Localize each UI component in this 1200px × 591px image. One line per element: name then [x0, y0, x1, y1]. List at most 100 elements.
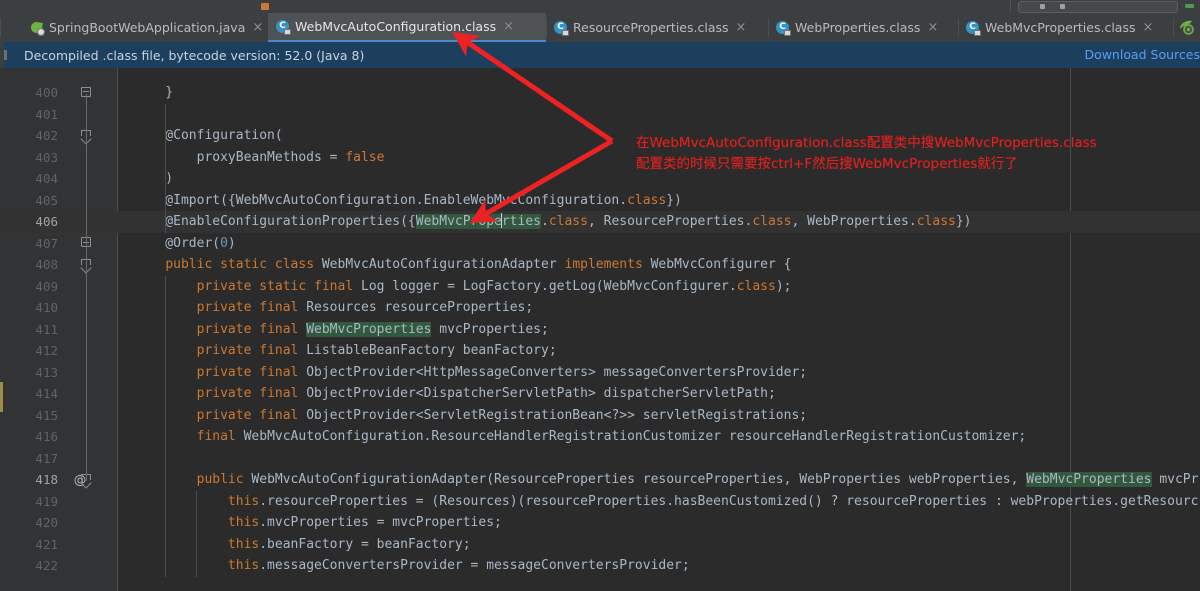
line-number: 419: [35, 493, 58, 509]
idea-editor-window: SpringBootWebApplication.java × C WebMvcAut…: [0, 0, 1200, 591]
line-number: 407: [35, 235, 58, 251]
line-number: 417: [35, 450, 58, 466]
toolbar-chip-a-icon: [1040, 4, 1045, 9]
code-text: this.messageConvertersProvider = message…: [227, 558, 690, 573]
code-text: private final ObjectProvider<DispatcherS…: [196, 386, 776, 401]
editor-tab-1[interactable]: C WebMvcAutoConfiguration.class ×: [268, 13, 546, 42]
spring-boot-class-icon: [30, 20, 45, 36]
code-row[interactable]: 411 private final WebMvcProperties mvcPr…: [0, 319, 1200, 341]
toolbar-separator: [1010, 0, 1011, 13]
toolbar-status-indicator: [1185, 4, 1194, 8]
line-number: 411: [35, 321, 58, 337]
banner-left-handle: [4, 50, 7, 60]
editor-tab-4[interactable]: C WebMvcProperties.class ×: [958, 13, 1173, 42]
code-text: }: [134, 85, 174, 100]
code-row[interactable]: 413 private final ObjectProvider<HttpMes…: [0, 362, 1200, 384]
close-icon[interactable]: ×: [927, 21, 938, 34]
indent-guide-3: [196, 490, 197, 577]
code-text: @Order(0): [134, 235, 236, 251]
line-number: 409: [35, 278, 58, 294]
code-row[interactable]: 422 this.messageConvertersProvider = mes…: [0, 555, 1200, 577]
close-icon[interactable]: ×: [252, 21, 263, 34]
editor-tab-0[interactable]: SpringBootWebApplication.java ×: [22, 13, 268, 42]
close-icon[interactable]: ×: [1142, 21, 1153, 34]
editor-tab-3[interactable]: C WebProperties.class ×: [768, 13, 958, 42]
main-toolbar[interactable]: [0, 0, 1200, 13]
line-number: 422: [35, 558, 58, 573]
decompiled-file-banner: Decompiled .class file, bytecode version…: [0, 42, 1200, 68]
code-row[interactable]: 406 @EnableConfigurationProperties({WebM…: [0, 211, 1200, 233]
code-text: private static final Log logger = LogFac…: [196, 278, 792, 294]
line-number: 414: [35, 386, 58, 401]
java-class-file-icon: C: [966, 20, 981, 36]
download-sources-link[interactable]: Download Sources: [1084, 47, 1200, 62]
tabbar-left-edge: [0, 18, 1, 37]
toolbar-run-icon[interactable]: [261, 3, 269, 10]
editor-tab-label: SpringBootWebApplication.java: [49, 20, 246, 35]
code-row[interactable]: 419 this.resourceProperties = (Resources…: [0, 491, 1200, 513]
annotation-line-2: 配置类的时候只需要按ctrl+F然后搜WebMvcProperties就行了: [636, 156, 1018, 172]
code-row[interactable]: 420 this.mvcProperties = mvcProperties;: [0, 512, 1200, 534]
line-number: 415: [35, 407, 58, 423]
line-number: 421: [35, 536, 58, 552]
line-number: 413: [35, 364, 58, 380]
line-number: 400: [35, 85, 58, 100]
line-number: 416: [35, 429, 58, 444]
code-row[interactable]: 401: [0, 104, 1200, 126]
line-number: 405: [35, 192, 58, 208]
code-text: this.mvcProperties = mvcProperties;: [227, 515, 502, 530]
code-row[interactable]: 410 private final Resources resourceProp…: [0, 297, 1200, 319]
code-row[interactable]: 408 public static class WebMvcAutoConfig…: [0, 254, 1200, 276]
code-row[interactable]: 418 @ public WebMvcAutoConfigurationAdapt…: [0, 469, 1200, 491]
line-number: 401: [35, 106, 58, 122]
tab-separator: [1173, 18, 1174, 37]
line-number: 403: [35, 149, 58, 165]
fold-region-line: [86, 94, 87, 481]
toolbar-chip-b-icon: [1060, 4, 1065, 9]
line-number: 418: [35, 472, 58, 487]
editor-tab-label: WebMvcProperties.class: [985, 20, 1136, 35]
editor-tab-2[interactable]: C ResourceProperties.class ×: [546, 13, 768, 42]
java-class-file-icon: C: [776, 20, 791, 36]
code-text: @EnableConfigurationProperties({WebMvcPr…: [134, 213, 972, 229]
code-row[interactable]: 421 this.beanFactory = beanFactory;: [0, 534, 1200, 556]
code-text: proxyBeanMethods = false: [134, 149, 385, 165]
code-text: private final ObjectProvider<ServletRegi…: [196, 407, 808, 423]
code-text: public WebMvcAutoConfigurationAdapter(Re…: [196, 472, 1199, 487]
code-text: private final WebMvcProperties mvcProper…: [196, 321, 549, 337]
code-row[interactable]: 415 private final ObjectProvider<Servlet…: [0, 405, 1200, 427]
line-number: 404: [35, 171, 58, 186]
line-number: 402: [35, 128, 58, 143]
spring-boot-tab-overflow-icon[interactable]: [1178, 20, 1194, 35]
editor-tab-label: ResourceProperties.class: [573, 20, 729, 35]
code-text: final WebMvcAutoConfiguration.ResourceHa…: [196, 429, 1027, 444]
code-row[interactable]: 400 }: [0, 82, 1200, 104]
line-number: 406: [35, 214, 58, 229]
editor-tab-bar[interactable]: SpringBootWebApplication.java × C WebMvcAut…: [0, 13, 1200, 42]
annotation-line-1: 在WebMvcAutoConfiguration.class配置类中搜WebMv…: [636, 135, 1097, 151]
line-number: 410: [35, 300, 58, 315]
code-text: ): [134, 171, 174, 186]
close-icon[interactable]: ×: [503, 20, 514, 33]
code-row[interactable]: 417: [0, 448, 1200, 470]
editor-tab-label: WebMvcAutoConfiguration.class: [295, 19, 497, 34]
code-row[interactable]: 407 @Order(0): [0, 233, 1200, 255]
decompiled-banner-text: Decompiled .class file, bytecode version…: [24, 47, 365, 63]
annotation-text: 在WebMvcAutoConfiguration.class配置类中搜WebMv…: [636, 133, 1097, 175]
code-text: this.beanFactory = beanFactory;: [227, 536, 471, 552]
code-row[interactable]: 409 private static final Log logger = Lo…: [0, 276, 1200, 298]
editor-tab-label: WebProperties.class: [795, 20, 921, 35]
code-text: @Import({WebMvcAutoConfiguration.EnableW…: [134, 192, 682, 208]
code-row[interactable]: 412 private final ListableBeanFactory be…: [0, 340, 1200, 362]
line-number: 408: [35, 257, 58, 272]
line-number: 420: [35, 515, 58, 530]
code-text: public static class WebMvcAutoConfigurat…: [165, 257, 792, 272]
code-row[interactable]: 405 @Import({WebMvcAutoConfiguration.Ena…: [0, 190, 1200, 212]
code-row[interactable]: 416 final WebMvcAutoConfiguration.Resour…: [0, 426, 1200, 448]
java-class-file-icon: C: [554, 20, 569, 36]
code-row[interactable]: 414 private final ObjectProvider<Dispatc…: [0, 383, 1200, 405]
code-text: private final Resources resourceProperti…: [196, 300, 534, 315]
close-icon[interactable]: ×: [736, 21, 747, 34]
java-class-file-icon: C: [276, 19, 291, 35]
code-text: this.resourceProperties = (Resources)(re…: [227, 493, 1199, 509]
